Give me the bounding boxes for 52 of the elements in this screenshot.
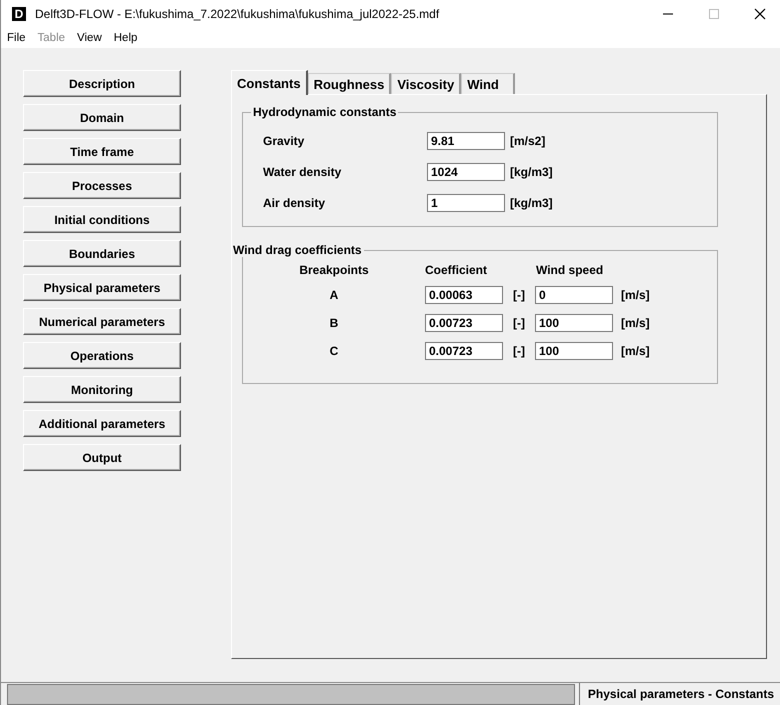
input-field[interactable]: 0.00723: [425, 314, 503, 332]
unit-label: [-]: [512, 344, 526, 358]
section-button[interactable]: Monitoring: [23, 376, 181, 403]
field-label: Gravity: [263, 134, 306, 148]
group-title: Wind drag coefficients: [232, 243, 363, 257]
section-button[interactable]: Description: [23, 70, 181, 97]
menu-item[interactable]: View: [77, 32, 102, 44]
input-field[interactable]: 0.00063: [425, 286, 503, 304]
unit-label: [m/s2]: [510, 134, 546, 148]
input-field[interactable]: 9.81: [427, 132, 505, 150]
section-button[interactable]: Numerical parameters: [23, 308, 181, 335]
tab[interactable]: Roughness: [308, 73, 392, 94]
tab[interactable]: Constants: [231, 70, 308, 95]
menu-item[interactable]: Help: [114, 32, 138, 44]
column-header: Wind speed: [536, 263, 604, 277]
section-button[interactable]: Domain: [23, 104, 181, 131]
unit-label: [-]: [512, 288, 526, 302]
section-button[interactable]: Physical parameters: [23, 274, 181, 301]
unit-label: [-]: [512, 316, 526, 330]
column-header: Breakpoints: [298, 263, 370, 277]
input-field[interactable]: 100: [535, 342, 613, 360]
tab[interactable]: Viscosity: [391, 73, 462, 94]
close-icon[interactable]: [754, 8, 766, 20]
field-label: Air density: [263, 196, 326, 210]
input-field[interactable]: 0: [535, 286, 613, 304]
section-button[interactable]: Operations: [23, 342, 181, 369]
breakpoint-label: B: [328, 316, 340, 330]
app-icon: D: [12, 7, 26, 21]
section-button[interactable]: Output: [23, 444, 181, 471]
group-title: Hydrodynamic constants: [252, 105, 398, 119]
menu-item[interactable]: File: [7, 32, 26, 44]
section-button[interactable]: Time frame: [23, 138, 181, 165]
section-button[interactable]: Initial conditions: [23, 206, 181, 233]
unit-label: [m/s]: [621, 316, 650, 330]
window-title: Delft3D-FLOW - E:\fukushima_7.2022\fukushima\fukushima_jul2022-25.mdf: [35, 7, 440, 21]
section-button[interactable]: Additional parameters: [23, 410, 181, 437]
unit-label: [m/s]: [621, 344, 650, 358]
column-header: Coefficient: [425, 263, 488, 277]
input-field[interactable]: 0.00723: [425, 342, 503, 360]
field-label: Water density: [263, 164, 342, 178]
breakpoint-label: C: [328, 344, 340, 358]
unit-label: [m/s]: [621, 288, 650, 302]
status-text: Physical parameters - Constants: [578, 683, 780, 705]
input-field[interactable]: 100: [535, 314, 613, 332]
unit-label: [kg/m3]: [510, 196, 553, 210]
unit-label: [kg/m3]: [510, 164, 553, 178]
tab[interactable]: Wind: [461, 73, 515, 94]
input-field[interactable]: 1024: [427, 162, 505, 180]
breakpoint-label: A: [328, 288, 340, 302]
section-button[interactable]: Processes: [23, 172, 181, 199]
input-field[interactable]: 1: [427, 194, 505, 212]
section-button[interactable]: Boundaries: [23, 240, 181, 267]
